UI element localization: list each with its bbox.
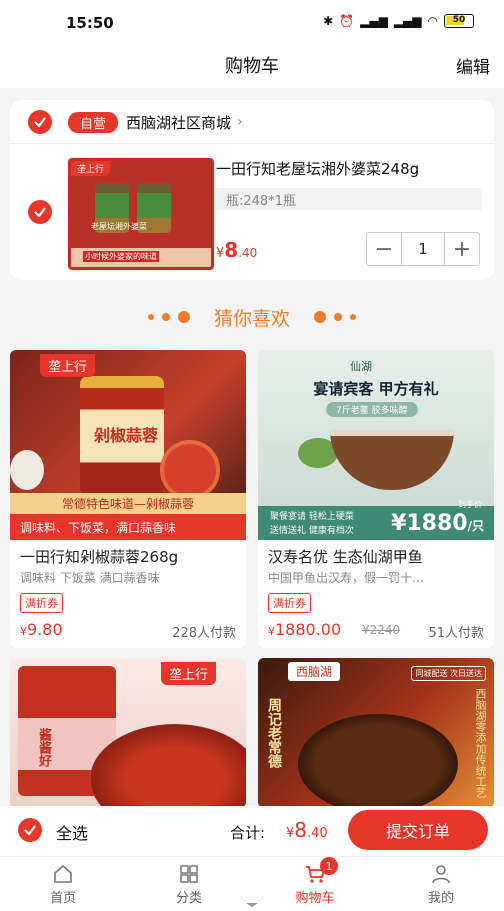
quantity-stepper: − 1 +: [366, 232, 480, 266]
brand-logo: 仙湖: [350, 360, 372, 373]
header: 购物车 编辑: [0, 46, 504, 88]
buyer-count: 228人付款: [172, 626, 236, 641]
hand-price-label: 到手价: [458, 500, 482, 509]
status-time: 15:50: [66, 14, 114, 32]
divider: [10, 143, 494, 144]
image-caption: 聚餐宴请 轻松上硬菜: [270, 512, 354, 522]
coupon-badge: 满折券: [20, 593, 63, 613]
product-card[interactable]: 剁椒蒜蓉 垄上行 常德特色味道—剁椒蒜蓉 调味料、下饭菜，满口蒜香味 一田行知剁…: [10, 350, 246, 648]
tab-label: 分类: [175, 891, 202, 906]
edit-button[interactable]: 编辑: [456, 53, 490, 78]
decrement-button[interactable]: −: [367, 233, 401, 265]
checkmark-icon: [34, 117, 46, 128]
item-thumbnail[interactable]: 垄上行 老屋坛湘外婆菜 小时候外婆家的味道: [68, 158, 214, 270]
image-headline: 宴请宾客 甲方有礼: [313, 380, 439, 398]
product-price: ¥9.80: [20, 620, 63, 639]
image-caption: 送情送礼 健康有档次: [270, 526, 354, 536]
store-row[interactable]: 自营 西脑湖社区商城 ›: [28, 110, 484, 134]
select-all-checkbox[interactable]: [18, 818, 42, 842]
item-checkbox[interactable]: [28, 200, 52, 224]
collapse-handle-icon[interactable]: [244, 902, 260, 908]
total-amount: ¥8.40: [286, 818, 328, 842]
brand-logo: 西脑湖: [288, 662, 341, 681]
product-price: ¥1880.00: [268, 620, 342, 639]
tab-label: 我的: [427, 891, 454, 906]
item-spec[interactable]: 瓶:248*1瓶: [216, 188, 482, 210]
product-image[interactable]: 剁椒蒜蓉 垄上行 常德特色味道—剁椒蒜蓉 调味料、下饭菜，满口蒜香味: [10, 350, 246, 540]
cart-count-badge: 1: [320, 857, 338, 875]
buyer-count: 51人付款: [428, 626, 484, 641]
thumb-brand-tag: 垄上行: [71, 161, 111, 176]
image-pill: 7斤老鳖 胶多味醇: [326, 402, 418, 417]
status-icons: ✱ ⏰ ▂▄▆ ▂▄▆ ◠ 50: [323, 14, 474, 28]
product-image[interactable]: 仙湖 宴请宾客 甲方有礼 7斤老鳖 胶多味醇 聚餐宴请 轻松上硬菜 送情送礼 健…: [258, 350, 494, 540]
brand-tag: 垄上行: [160, 662, 216, 685]
grid-icon: [180, 865, 198, 883]
increment-button[interactable]: +: [445, 233, 479, 265]
image-band: 调味料、下饭菜，满口蒜香味: [10, 514, 246, 540]
delivery-stamp: 同城配送 次日送达: [411, 666, 486, 681]
tab-cart[interactable]: 1 购物车: [252, 857, 378, 911]
original-price: ¥2240: [362, 623, 401, 637]
lid-image: [160, 440, 220, 500]
quantity-value[interactable]: 1: [401, 233, 445, 265]
product-subtitle: 中国甲鱼出汉寿，假一罚十…: [268, 571, 425, 585]
coupon-badge: 满折券: [268, 593, 311, 613]
tab-home[interactable]: 首页: [0, 857, 126, 911]
user-icon: [432, 865, 450, 884]
product-card[interactable]: 西脑湖 周记老常德 西脑湖零添加传统工艺 同城配送 次日送达: [258, 658, 494, 808]
image-band: 常德特色味道—剁椒蒜蓉: [10, 493, 246, 514]
product-footer: ¥1880.00 ¥2240 51人付款: [258, 617, 494, 643]
product-image[interactable]: 西脑湖 周记老常德 西脑湖零添加传统工艺 同城配送 次日送达: [258, 658, 494, 808]
product-card[interactable]: 仙湖 宴请宾客 甲方有礼 7斤老鳖 胶多味醇 聚餐宴请 轻松上硬菜 送情送礼 健…: [258, 350, 494, 648]
page-title: 购物车: [225, 56, 279, 77]
pot-image: [330, 430, 454, 490]
wifi-icon: ◠: [427, 14, 438, 28]
jar-label: 酱酱好: [36, 728, 51, 767]
product-name[interactable]: 汉寿名优 生态仙湖甲鱼: [258, 540, 494, 567]
checkmark-icon: [34, 207, 46, 218]
total-label: 合计:: [230, 824, 266, 842]
tab-label: 购物车: [295, 891, 335, 906]
garlic-image: [10, 450, 44, 490]
hd-signal-icon: ▂▄▆: [393, 14, 422, 28]
image-vertical-text: 西脑湖零添加传统工艺: [474, 688, 487, 798]
guess-you-like-header: 猜你喜欢: [0, 302, 504, 332]
checkout-bar: 全选 合计: ¥8.40 提交订单: [0, 806, 504, 856]
product-name[interactable]: 一田行知剁椒蒜蓉268g: [10, 540, 246, 567]
tab-label: 首页: [49, 891, 76, 906]
self-operated-badge: 自营: [68, 111, 119, 133]
plate-image: [298, 714, 458, 808]
item-price: ¥8.40: [216, 238, 258, 262]
thumb-caption: 老屋坛湘外婆菜: [91, 222, 147, 231]
battery-icon: 50: [444, 14, 474, 28]
hd-signal-icon: ▂▄▆: [360, 14, 388, 28]
jar-label: 剁椒蒜蓉: [94, 426, 159, 445]
tab-profile[interactable]: 我的: [378, 857, 504, 911]
product-card[interactable]: 酱酱好 垄上行: [10, 658, 246, 808]
store-name[interactable]: 西脑湖社区商城: [126, 112, 231, 133]
checkmark-icon: [24, 825, 36, 836]
product-footer: ¥9.80 228人付款: [10, 617, 246, 643]
guess-you-like-label: 猜你喜欢: [213, 307, 290, 330]
select-all-label[interactable]: 全选: [56, 820, 88, 844]
decor-dots-left: [147, 311, 190, 323]
product-subtitle: 调味料 下饭菜 满口蒜香味: [20, 571, 160, 585]
thumb-caption: 小时候外婆家的味道: [83, 251, 159, 262]
tab-category[interactable]: 分类: [126, 857, 252, 911]
status-bar: 15:50 ✱ ⏰ ▂▄▆ ▂▄▆ ◠ 50: [0, 0, 504, 46]
bluetooth-icon: ✱: [323, 14, 334, 28]
store-checkbox[interactable]: [28, 110, 52, 134]
alarm-icon: ⏰: [339, 14, 355, 28]
brand-tag: 垄上行: [40, 354, 96, 377]
image-big-price: ¥1880/只: [391, 511, 484, 536]
decor-dots-right: [314, 311, 356, 323]
home-icon: [54, 864, 72, 883]
product-image[interactable]: 酱酱好 垄上行: [10, 658, 246, 808]
item-title[interactable]: 一田行知老屋坛湘外婆菜248g: [216, 158, 419, 179]
cart-store-card: 自营 西脑湖社区商城 › 垄上行 老屋坛湘外婆菜 小时候外婆家的味道 一田行知老…: [10, 100, 494, 280]
image-vertical-text: 周记老常德: [266, 698, 282, 768]
chevron-right-icon[interactable]: ›: [237, 114, 243, 130]
submit-order-button[interactable]: 提交订单: [348, 810, 488, 850]
